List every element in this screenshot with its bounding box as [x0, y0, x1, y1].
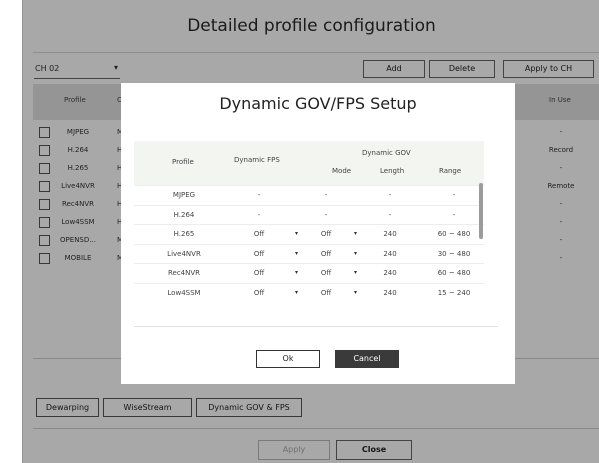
- chevron-down-icon: ▾: [295, 249, 299, 257]
- table-row: Low4SSM Off Off 240 15 ~ 240 ▾ ▾: [134, 282, 484, 302]
- table-row: MJPEG - - - -: [134, 185, 484, 204]
- table-row: Live4NVR Off Off 240 30 ~ 480 ▾ ▾: [134, 243, 484, 263]
- gov-mode-select[interactable]: Off: [306, 230, 346, 238]
- dynamic-gov-fps-dialog: Dynamic GOV/FPS Setup Profile Dynamic FP…: [121, 83, 515, 384]
- cancel-button[interactable]: Cancel: [335, 350, 399, 368]
- dynamic-fps-select[interactable]: Off: [234, 250, 284, 258]
- row-profile-name: H.264: [173, 210, 195, 219]
- chevron-down-icon: ▾: [354, 230, 358, 237]
- row-profile-name: Rec4NVR: [167, 269, 201, 277]
- gov-range-value: 15 ~ 240: [437, 288, 471, 297]
- gov-length-value: 240: [383, 230, 397, 238]
- row-profile-name: Live4NVR: [167, 249, 201, 258]
- dynamic-fps-select: -: [257, 210, 261, 219]
- chevron-down-icon: ▾: [354, 288, 358, 296]
- column-header-dynamic-gov: Dynamic GOV: [362, 149, 411, 157]
- gov-range-value: 60 ~ 480: [437, 269, 471, 277]
- ok-button[interactable]: Ok: [256, 350, 320, 368]
- gov-length-value: -: [388, 210, 392, 219]
- gov-length-value: 240: [383, 269, 397, 277]
- dynamic-fps-select: -: [257, 191, 261, 199]
- column-header-mode: Mode: [332, 167, 352, 175]
- chevron-down-icon: ▾: [295, 269, 299, 276]
- chevron-down-icon: ▾: [354, 269, 358, 276]
- divider: [134, 326, 498, 327]
- gov-range-value: 30 ~ 480: [437, 249, 471, 258]
- table-row: H.265 Off Off 240 60 ~ 480 ▾ ▾: [134, 224, 484, 243]
- gov-length-value: 240: [383, 249, 397, 258]
- chevron-down-icon: ▾: [354, 249, 358, 257]
- column-header-range: Range: [439, 167, 462, 175]
- column-header-length: Length: [380, 167, 405, 175]
- row-profile-name: MJPEG: [172, 191, 196, 199]
- dynamic-fps-select[interactable]: Off: [234, 230, 284, 238]
- chevron-down-icon: ▾: [295, 230, 299, 237]
- dynamic-fps-select[interactable]: Off: [234, 269, 284, 277]
- scrollbar-thumb[interactable]: [479, 183, 483, 239]
- gov-length-value: 240: [383, 288, 397, 297]
- dynamic-fps-select[interactable]: Off: [234, 289, 284, 297]
- gov-mode-select[interactable]: Off: [306, 269, 346, 277]
- dialog-title: Dynamic GOV/FPS Setup: [219, 94, 417, 113]
- gov-mode-select: -: [324, 191, 328, 199]
- table-row: Rec4NVR Off Off 240 60 ~ 480 ▾ ▾: [134, 263, 484, 282]
- gov-range-value: 60 ~ 480: [437, 230, 471, 238]
- gov-length-value: -: [388, 191, 392, 199]
- gov-mode-select[interactable]: Off: [306, 250, 346, 258]
- gov-fps-table-header: Profile Dynamic FPS Dynamic GOV Mode Len…: [134, 141, 484, 185]
- column-header-dynamic-fps: Dynamic FPS: [234, 156, 280, 164]
- row-profile-name: H.265: [173, 230, 195, 238]
- gov-fps-table: Profile Dynamic FPS Dynamic GOV Mode Len…: [134, 141, 484, 302]
- chevron-down-icon: ▾: [295, 288, 299, 296]
- column-header-profile: Profile: [172, 158, 194, 166]
- gov-range-value: -: [452, 191, 456, 199]
- gov-mode-select[interactable]: Off: [306, 289, 346, 297]
- row-profile-name: Low4SSM: [167, 288, 201, 297]
- gov-mode-select: -: [324, 210, 328, 219]
- gov-range-value: -: [452, 210, 456, 219]
- table-row: H.264 - - - -: [134, 204, 484, 224]
